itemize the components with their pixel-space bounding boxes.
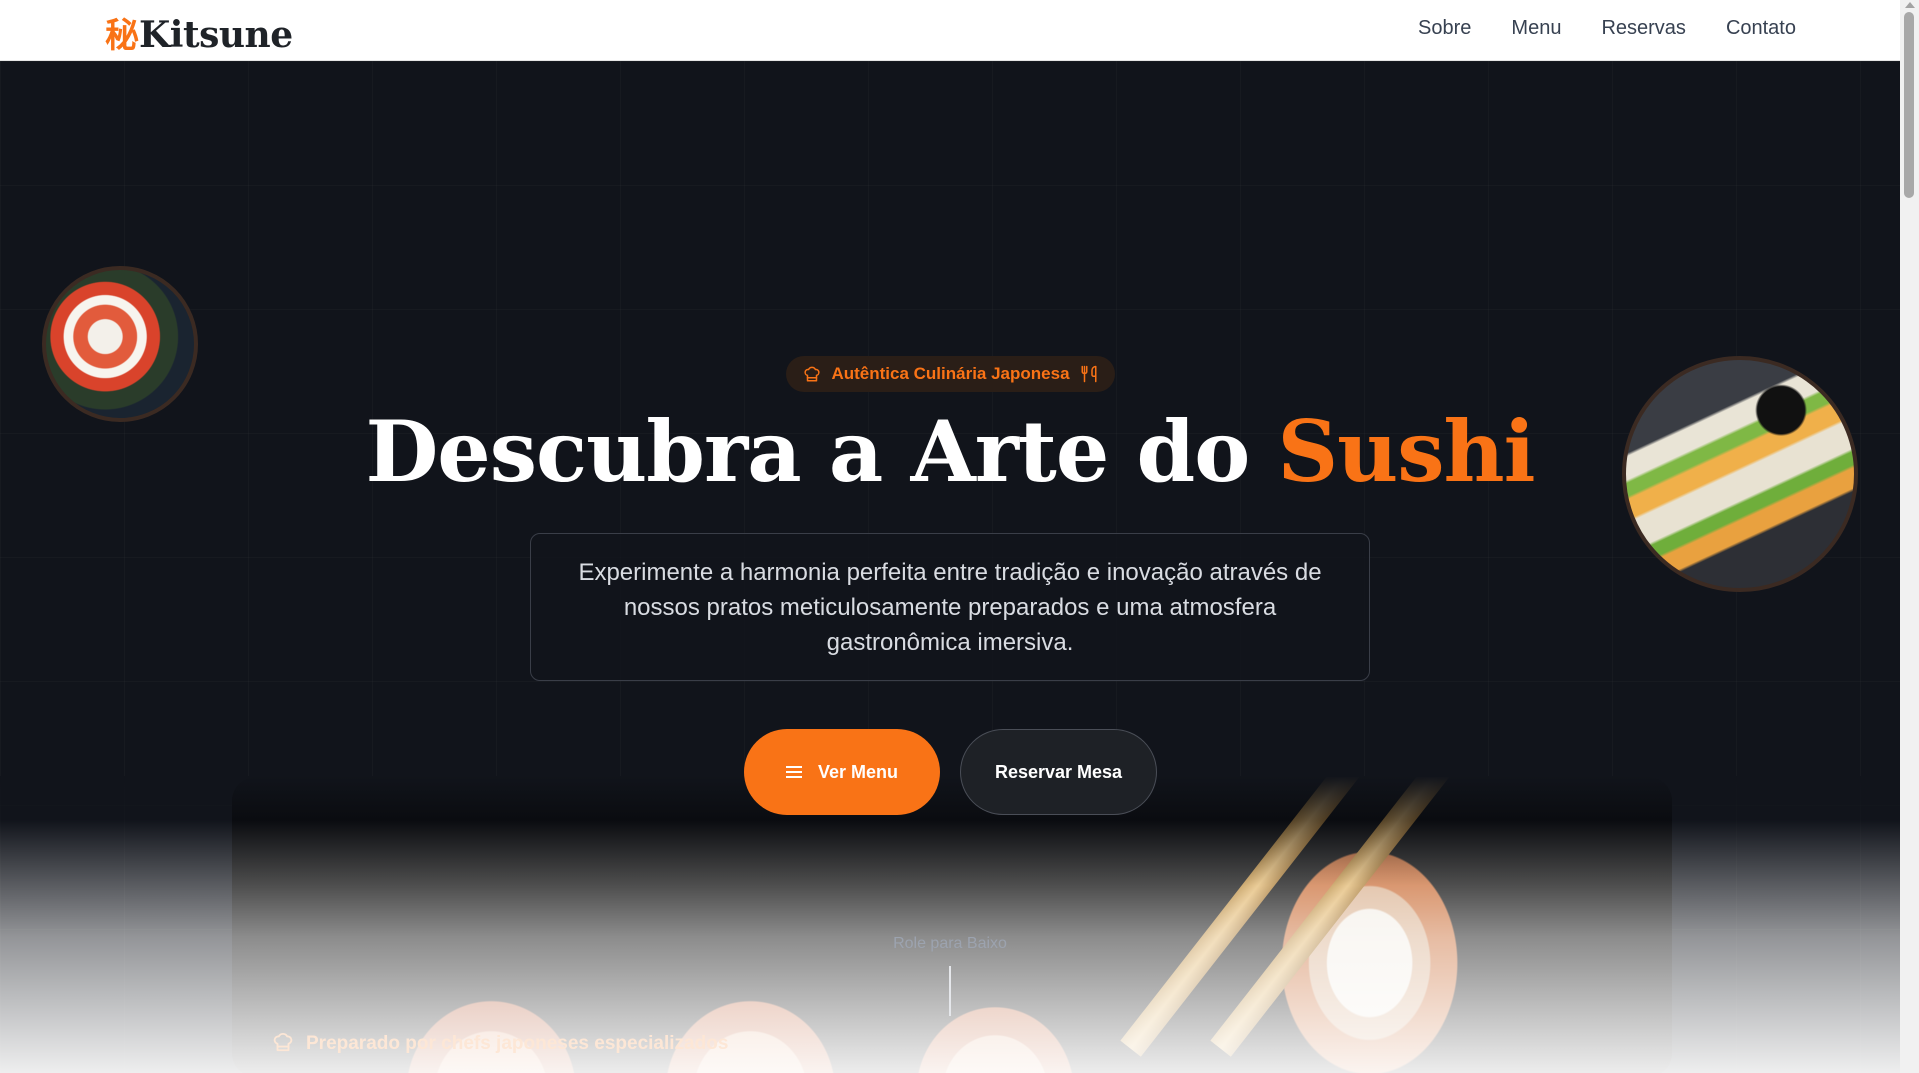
reserve-table-button[interactable]: Reservar Mesa (960, 729, 1157, 815)
scrollbar-thumb[interactable] (1904, 12, 1914, 198)
chef-note: Preparado por chefs japoneses especializ… (272, 1031, 728, 1057)
scroll-down-cue: Role para Baixo (893, 935, 1007, 952)
hero-badge-text: Autêntica Culinária Japonesa (831, 364, 1070, 383)
view-menu-label: Ver Menu (817, 761, 899, 782)
menu-lines-icon (785, 766, 802, 778)
scroll-up-arrow-icon[interactable] (1905, 2, 1915, 8)
chef-note-text: Preparado por chefs japoneses especializ… (306, 1033, 729, 1054)
logo[interactable]: 秘 Kitsune (105, 8, 293, 57)
hero-title-main: Descubra a Arte do (365, 402, 1278, 501)
hero-title-accent: Sushi (1277, 402, 1536, 501)
hero-description: Experimente a harmonia perfeita entre tr… (578, 558, 1322, 656)
hero-badge: Autêntica Culinária Japonesa (786, 356, 1115, 392)
page-scrollbar[interactable] (1900, 0, 1919, 1073)
chef-hat-icon (272, 1031, 294, 1057)
logo-text: Kitsune (139, 14, 293, 56)
reserve-table-label: Reservar Mesa (994, 761, 1123, 782)
utensils-icon (1080, 365, 1098, 383)
nav-link-sobre[interactable]: Sobre (1418, 17, 1471, 40)
nav-link-contato[interactable]: Contato (1726, 17, 1796, 40)
scroll-indicator-line (949, 966, 951, 1016)
hero-title: Descubra a Arte do Sushi (0, 402, 1900, 501)
nav-link-menu[interactable]: Menu (1511, 17, 1561, 40)
hero-description-box: Experimente a harmonia perfeita entre tr… (530, 533, 1370, 681)
navbar: 秘 Kitsune Sobre Menu Reservas Contato (0, 0, 1900, 61)
nav-links: Sobre Menu Reservas Contato (1418, 17, 1796, 40)
sushi-photo-left (42, 266, 198, 422)
nav-link-reservas[interactable]: Reservas (1601, 17, 1685, 40)
chef-hat-icon (803, 365, 821, 383)
logo-kanji: 秘 (105, 16, 139, 56)
view-menu-button[interactable]: Ver Menu (744, 729, 940, 815)
